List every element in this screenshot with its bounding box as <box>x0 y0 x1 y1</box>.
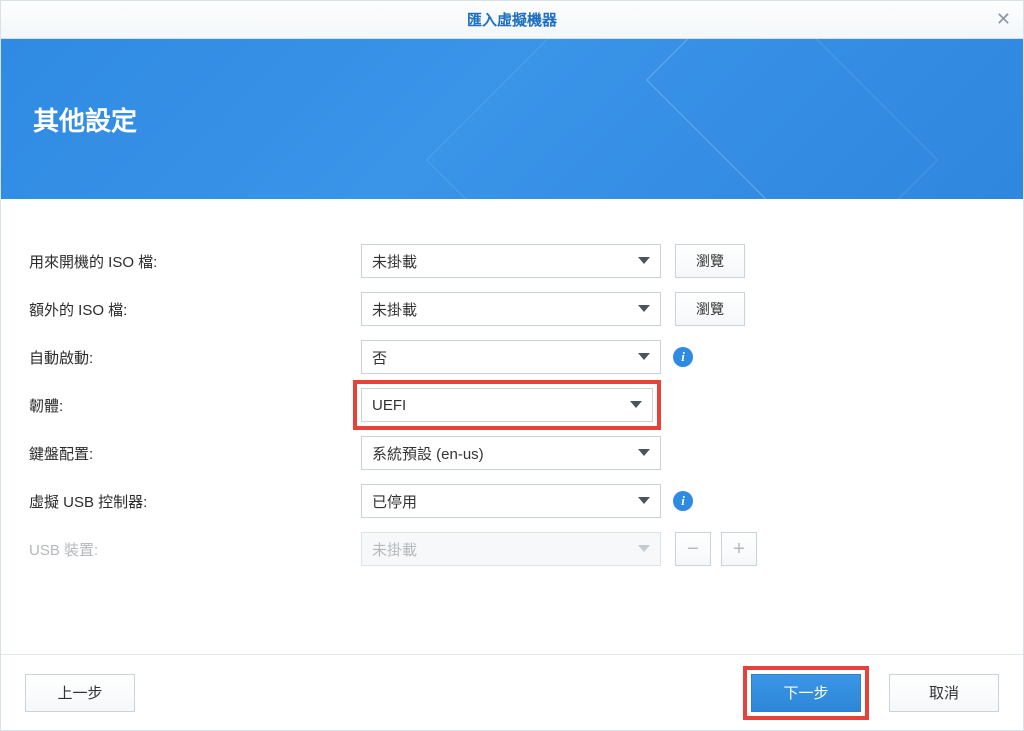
select-keyboard[interactable]: 系統預設 (en-us) <box>361 436 661 470</box>
chevron-down-icon <box>630 401 642 409</box>
select-usb-device-value: 未掛載 <box>372 539 417 560</box>
row-boot-iso: 用來開機的 ISO 檔: 未掛載 瀏覽 <box>29 237 995 285</box>
footer: 上一步 下一步 取消 <box>1 654 1023 730</box>
cancel-button[interactable]: 取消 <box>889 674 999 712</box>
row-usb-device: USB 裝置: 未掛載 − + <box>29 525 995 573</box>
row-extra-iso: 額外的 ISO 檔: 未掛載 瀏覽 <box>29 285 995 333</box>
banner: 其他設定 <box>1 39 1023 199</box>
usb-device-stepper: − + <box>675 532 757 566</box>
label-firmware: 韌體: <box>29 395 361 416</box>
chevron-down-icon <box>638 305 650 313</box>
select-autostart[interactable]: 否 <box>361 340 661 374</box>
label-usb-device: USB 裝置: <box>29 539 361 560</box>
label-usb-controller: 虛擬 USB 控制器: <box>29 491 361 512</box>
label-boot-iso: 用來開機的 ISO 檔: <box>29 251 361 272</box>
select-boot-iso[interactable]: 未掛載 <box>361 244 661 278</box>
next-button[interactable]: 下一步 <box>751 674 861 712</box>
import-vm-dialog: 匯入虛擬機器 ✕ 其他設定 用來開機的 ISO 檔: 未掛載 瀏覽 額外的 IS… <box>0 0 1024 731</box>
select-usb-controller-value: 已停用 <box>372 491 417 512</box>
highlight-firmware: UEFI <box>353 380 661 430</box>
row-usb-controller: 虛擬 USB 控制器: 已停用 i <box>29 477 995 525</box>
row-autostart: 自動啟動: 否 i <box>29 333 995 381</box>
highlight-next: 下一步 <box>743 666 869 720</box>
select-extra-iso-value: 未掛載 <box>372 299 417 320</box>
close-icon[interactable]: ✕ <box>996 9 1011 30</box>
chevron-down-icon <box>638 353 650 361</box>
info-icon[interactable]: i <box>673 491 693 511</box>
select-firmware[interactable]: UEFI <box>361 388 653 422</box>
select-autostart-value: 否 <box>372 347 387 368</box>
select-usb-device: 未掛載 <box>361 532 661 566</box>
browse-extra-iso-button[interactable]: 瀏覽 <box>675 292 745 326</box>
select-firmware-value: UEFI <box>372 397 406 414</box>
select-usb-controller[interactable]: 已停用 <box>361 484 661 518</box>
chevron-down-icon <box>638 257 650 265</box>
label-extra-iso: 額外的 ISO 檔: <box>29 299 361 320</box>
row-keyboard: 鍵盤配置: 系統預設 (en-us) <box>29 429 995 477</box>
remove-usb-button: − <box>675 532 711 566</box>
select-keyboard-value: 系統預設 (en-us) <box>372 443 484 464</box>
label-autostart: 自動啟動: <box>29 347 361 368</box>
select-boot-iso-value: 未掛載 <box>372 251 417 272</box>
chevron-down-icon <box>638 449 650 457</box>
dialog-title: 匯入虛擬機器 <box>467 9 557 30</box>
browse-boot-iso-button[interactable]: 瀏覽 <box>675 244 745 278</box>
form-area: 用來開機的 ISO 檔: 未掛載 瀏覽 額外的 ISO 檔: 未掛載 瀏覽 自動… <box>1 199 1023 654</box>
chevron-down-icon <box>638 497 650 505</box>
info-icon[interactable]: i <box>673 347 693 367</box>
titlebar: 匯入虛擬機器 ✕ <box>1 1 1023 39</box>
select-extra-iso[interactable]: 未掛載 <box>361 292 661 326</box>
add-usb-button: + <box>721 532 757 566</box>
back-button[interactable]: 上一步 <box>25 674 135 712</box>
chevron-down-icon <box>638 545 650 553</box>
page-title: 其他設定 <box>33 101 137 138</box>
label-keyboard: 鍵盤配置: <box>29 443 361 464</box>
row-firmware: 韌體: UEFI <box>29 381 995 429</box>
